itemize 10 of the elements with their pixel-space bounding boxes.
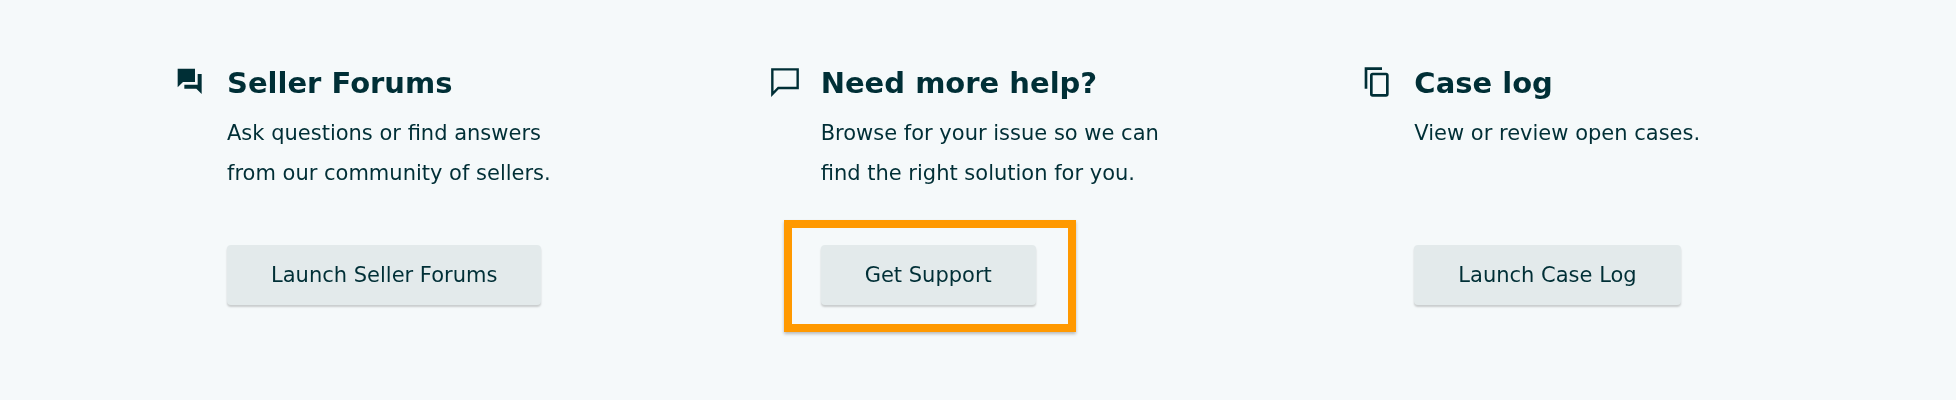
card-button[interactable]: Launch Case Log <box>1414 245 1681 305</box>
card-title: Need more help? <box>820 65 1099 102</box>
card-button[interactable]: Launch Seller Forums <box>227 245 542 305</box>
card-description: View or review open cases. <box>1414 120 1702 147</box>
card-button[interactable]: Get Support <box>820 245 1036 305</box>
card-description: Ask questions or find answers from our community of sellers. <box>227 120 552 187</box>
card-title: Seller Forums <box>227 65 454 102</box>
card-title: Case log <box>1414 65 1554 102</box>
chat-bubble-icon <box>768 66 801 98</box>
card-description: Browse for your issue so we can find the right solution for you. <box>820 120 1160 187</box>
